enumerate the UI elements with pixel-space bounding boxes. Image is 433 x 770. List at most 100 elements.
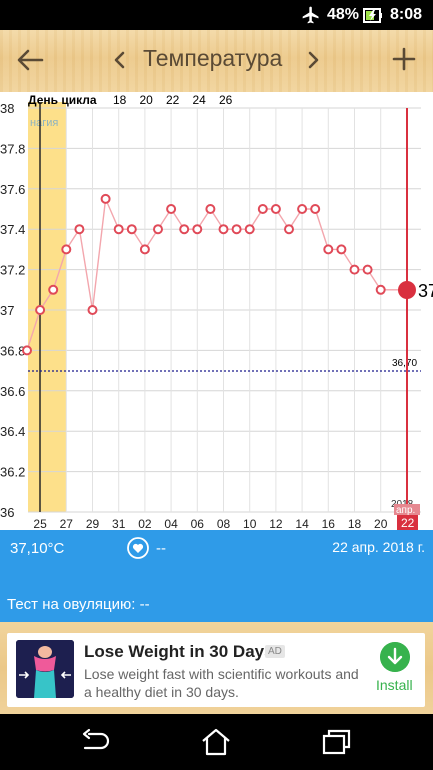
temperature-point — [323, 244, 334, 255]
battery-charging-icon — [363, 8, 382, 23]
coverline-label: 36,70 — [392, 358, 417, 369]
cycle-day-label: 18 — [113, 93, 127, 107]
temperature-value: 37,10°C — [10, 540, 65, 557]
x-date-label: 14 — [295, 517, 309, 530]
navigation-bar — [0, 714, 433, 770]
cycle-day-label: 24 — [193, 93, 207, 107]
temperature-line — [26, 196, 382, 351]
y-tick-label: 36.4 — [0, 424, 25, 439]
month-label: апр. — [396, 505, 415, 516]
chart-grid — [28, 107, 421, 513]
ad-body: Lose weight fast with scientific workout… — [84, 666, 359, 700]
recent-apps-nav-icon[interactable] — [319, 726, 353, 758]
x-date-label: 25 — [33, 517, 47, 530]
current-value-label: 37, — [418, 281, 433, 301]
arrow-left-icon[interactable] — [14, 44, 46, 76]
temperature-point — [48, 284, 59, 295]
temperature-point — [179, 224, 190, 235]
temperature-point — [126, 224, 137, 235]
x-date-label: 12 — [269, 517, 283, 530]
temperature-point — [375, 284, 386, 295]
chart-svg: нагия 38 37.8 37.6 37.4 37.2 37 36.8 36.6 36.4 36… — [0, 93, 433, 530]
clock: 8:08 — [390, 6, 423, 23]
temperature-point — [257, 204, 268, 214]
current-value-marker[interactable] — [398, 281, 416, 299]
x-axis-date-labels: 25 27 29 31 02 04 06 08 10 12 14 16 18 20 — [33, 517, 387, 530]
download-icon[interactable] — [380, 642, 410, 672]
info-spacer — [0, 566, 433, 586]
y-tick-label: 37.2 — [0, 263, 25, 278]
temperature-point — [310, 204, 321, 214]
info-bar: 37,10°C -- 22 апр. 2018 г. — [0, 530, 433, 566]
y-tick-label: 38 — [0, 101, 14, 116]
cycle-day-label: 22 — [166, 93, 180, 107]
temperature-point — [218, 224, 229, 235]
y-tick-label: 37 — [0, 303, 14, 318]
temperature-point — [61, 244, 72, 255]
temperature-series — [22, 193, 407, 356]
phase-band — [28, 102, 66, 512]
y-tick-label: 36.8 — [0, 343, 25, 358]
temperature-point — [231, 224, 242, 235]
temperature-point — [113, 224, 124, 235]
ad-container: Lose Weight in 30 Days AD Lose weight fa… — [0, 622, 433, 714]
page-title: Температура — [143, 45, 283, 71]
ad-image[interactable] — [16, 640, 74, 698]
status-bar: 48% 8:08 — [0, 0, 433, 30]
x-date-label: 31 — [112, 517, 126, 530]
temperature-point — [336, 244, 347, 255]
ovulation-test-row[interactable]: Тест на овуляцию: -- — [0, 586, 433, 622]
day-label: 22 — [401, 516, 415, 530]
x-date-label: 02 — [138, 517, 152, 530]
phase-label: нагия — [30, 117, 58, 129]
cycle-day-label: 20 — [140, 93, 154, 107]
temperature-point — [139, 244, 150, 255]
y-tick-label: 36.6 — [0, 384, 25, 399]
back-nav-icon[interactable] — [79, 726, 113, 758]
temperature-point — [74, 224, 85, 235]
temperature-point — [87, 305, 98, 315]
temperature-point — [205, 204, 216, 214]
battery-percent: 48% — [327, 6, 360, 23]
y-tick-label: 37.4 — [0, 222, 25, 237]
cycle-day-labels: 18 20 22 24 26 — [113, 93, 233, 107]
temperature-chart[interactable]: нагия 38 37.8 37.6 37.4 37.2 37 36.8 36.6 36.4 36… — [0, 92, 433, 530]
fitness-figure-icon — [16, 640, 74, 698]
chevron-left-icon[interactable] — [110, 46, 128, 74]
temperature-point — [35, 305, 46, 315]
heart-value: -- — [156, 540, 166, 557]
ad-title[interactable]: Lose Weight in 30 Days — [84, 642, 274, 662]
cycle-day-label: 26 — [219, 93, 233, 107]
temperature-point — [297, 204, 308, 214]
ad-badge: AD — [265, 645, 285, 658]
temperature-point — [270, 204, 281, 214]
x-date-label: 16 — [322, 517, 336, 530]
y-axis-ticks: 38 37.8 37.6 37.4 37.2 37 36.8 36.6 36.4 36.2 36 — [0, 101, 25, 520]
temperature-point — [192, 224, 203, 235]
heart-icon[interactable] — [126, 536, 150, 560]
y-tick-label: 36.2 — [0, 465, 25, 480]
airplane-mode-icon — [302, 6, 319, 24]
selected-date: 22 апр. 2018 г. — [332, 539, 425, 555]
x-date-label: 04 — [164, 517, 178, 530]
x-date-label: 20 — [374, 517, 388, 530]
temperature-point — [153, 224, 163, 235]
toolbar: Температура — [0, 30, 433, 92]
y-tick-label: 36 — [0, 505, 14, 520]
temperature-point — [349, 264, 360, 275]
x-date-label: 29 — [86, 517, 100, 530]
chevron-right-icon[interactable] — [305, 46, 323, 74]
home-nav-icon[interactable] — [199, 726, 233, 758]
x-date-label: 27 — [60, 517, 74, 530]
x-date-label: 18 — [348, 517, 362, 530]
temperature-point — [166, 204, 177, 214]
x-date-label: 06 — [191, 517, 205, 530]
ovulation-test-text[interactable]: Тест на овуляцию: -- — [7, 596, 150, 613]
temperature-point — [244, 224, 255, 235]
install-button[interactable]: Install — [376, 677, 413, 693]
y-tick-label: 37.8 — [0, 141, 25, 156]
temperature-point — [362, 264, 373, 275]
plus-icon[interactable] — [389, 44, 419, 74]
cycle-day-header: День цикла — [28, 93, 97, 107]
ad-card[interactable]: Lose Weight in 30 Days AD Lose weight fa… — [7, 633, 425, 707]
